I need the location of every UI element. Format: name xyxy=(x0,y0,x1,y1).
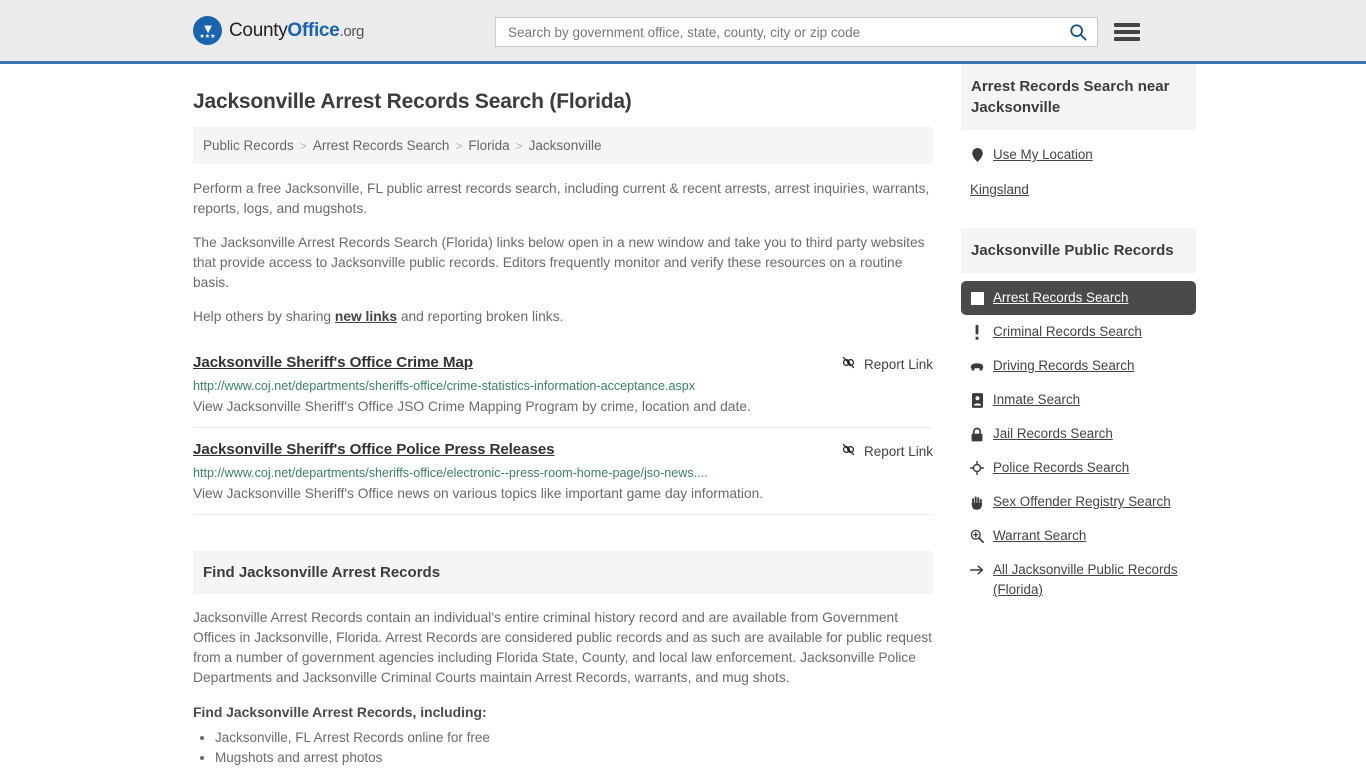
main-column: Jacksonville Arrest Records Search (Flor… xyxy=(193,64,933,768)
search-input[interactable] xyxy=(506,19,1067,45)
search-area xyxy=(495,17,1140,47)
result-title-link[interactable]: Jacksonville Sheriff's Office Crime Map xyxy=(193,354,473,371)
sidebar-link[interactable]: Inmate Search xyxy=(993,390,1080,410)
sidebar-item-inmate-search[interactable]: Inmate Search xyxy=(961,383,1196,417)
badge-shield-icon xyxy=(970,460,984,476)
sidebar-item-police-records-search[interactable]: Police Records Search xyxy=(961,451,1196,485)
search-icon[interactable] xyxy=(1067,23,1089,41)
report-link-label: Report Link xyxy=(863,443,933,459)
report-link-button[interactable]: Report Link xyxy=(841,441,933,460)
sidebar-records-heading: Jacksonville Public Records xyxy=(961,228,1196,273)
broken-link-icon xyxy=(841,442,856,460)
result-title-link[interactable]: Jacksonville Sheriff's Office Police Pre… xyxy=(193,441,555,458)
sidebar-link[interactable]: Police Records Search xyxy=(993,458,1129,478)
lock-icon xyxy=(970,426,984,442)
site-logo[interactable]: ▼ ★★★ CountyOffice.org xyxy=(193,16,364,45)
result-header: Jacksonville Sheriff's Office Crime Map … xyxy=(193,354,933,373)
document-icon xyxy=(970,290,984,306)
hand-icon xyxy=(970,494,984,510)
car-icon xyxy=(970,358,984,374)
sidebar-item-jail-records-search[interactable]: Jail Records Search xyxy=(961,417,1196,451)
list-item: Mugshots and arrest photos xyxy=(215,748,933,768)
map-pin-icon xyxy=(970,147,984,163)
sidebar-link[interactable]: Jail Records Search xyxy=(993,424,1113,444)
sidebar: Arrest Records Search near Jacksonville … xyxy=(961,64,1196,768)
sidebar-item-kingsland[interactable]: Kingsland xyxy=(961,172,1196,208)
result-description: View Jacksonville Sheriff's Office JSO C… xyxy=(193,399,751,414)
logo-text: CountyOffice.org xyxy=(229,20,364,42)
sidebar-records-block: Jacksonville Public Records Arrest Recor… xyxy=(961,228,1196,607)
breadcrumb-item-arrest-records-search[interactable]: Arrest Records Search xyxy=(313,138,450,153)
share-text-before: Help others by sharing xyxy=(193,309,335,324)
sidebar-item-use-my-location[interactable]: Use My Location xyxy=(961,138,1196,172)
magnifier-plus-icon xyxy=(970,528,984,544)
report-link-button[interactable]: Report Link xyxy=(841,354,933,373)
breadcrumb-item-jacksonville[interactable]: Jacksonville xyxy=(529,138,602,153)
result-header: Jacksonville Sheriff's Office Police Pre… xyxy=(193,441,933,460)
breadcrumb: Public Records > Arrest Records Search >… xyxy=(193,127,933,164)
sidebar-near-heading: Arrest Records Search near Jacksonville xyxy=(961,64,1196,130)
sidebar-records-list: Arrest Records Search Criminal Records S… xyxy=(961,273,1196,607)
new-links-link[interactable]: new links xyxy=(335,309,397,324)
result-item: Jacksonville Sheriff's Office Crime Map … xyxy=(193,341,933,428)
intro-text: Perform a free Jacksonville, FL public a… xyxy=(193,179,933,327)
nearby-place-link[interactable]: Kingsland xyxy=(970,182,1029,197)
section-paragraph: Jacksonville Arrest Records contain an i… xyxy=(193,610,933,685)
breadcrumb-separator-icon: > xyxy=(515,138,523,153)
result-description: View Jacksonville Sheriff's Office news … xyxy=(193,486,764,501)
sidebar-item-warrant-search[interactable]: Warrant Search xyxy=(961,519,1196,553)
broken-link-icon xyxy=(841,355,856,373)
sidebar-link[interactable]: Criminal Records Search xyxy=(993,322,1142,342)
result-url[interactable]: http://www.coj.net/departments/sheriffs-… xyxy=(193,378,933,394)
sidebar-link[interactable]: Warrant Search xyxy=(993,526,1086,546)
section-heading: Find Jacksonville Arrest Records xyxy=(193,551,933,594)
sidebar-link[interactable]: Driving Records Search xyxy=(993,356,1134,376)
section-list: Jacksonville, FL Arrest Records online f… xyxy=(193,728,933,768)
report-link-label: Report Link xyxy=(863,356,933,372)
share-text-after: and reporting broken links. xyxy=(397,309,564,324)
hamburger-menu-icon[interactable] xyxy=(1114,21,1140,43)
sidebar-item-sex-offender-registry-search[interactable]: Sex Offender Registry Search xyxy=(961,485,1196,519)
eagle-seal-icon: ▼ ★★★ xyxy=(193,16,222,45)
section-list-heading: Find Jacksonville Arrest Records, includ… xyxy=(193,704,487,720)
arrow-right-icon xyxy=(970,562,984,578)
list-item: Jacksonville, FL Arrest Records online f… xyxy=(215,728,933,748)
sidebar-item-all-public-records[interactable]: All Jacksonville Public Records (Florida… xyxy=(961,553,1196,607)
breadcrumb-separator-icon: > xyxy=(455,138,463,153)
page-title: Jacksonville Arrest Records Search (Flor… xyxy=(193,90,632,113)
breadcrumb-separator-icon: > xyxy=(299,138,307,153)
search-box[interactable] xyxy=(495,17,1098,47)
sidebar-link[interactable]: Arrest Records Search xyxy=(993,288,1128,308)
intro-paragraph-2: The Jacksonville Arrest Records Search (… xyxy=(193,235,925,290)
logo-text-part2: Office xyxy=(287,19,340,41)
sidebar-near-block: Arrest Records Search near Jacksonville … xyxy=(961,64,1196,208)
sidebar-item-driving-records-search[interactable]: Driving Records Search xyxy=(961,349,1196,383)
intro-paragraph-3: Help others by sharing new links and rep… xyxy=(193,307,933,327)
sidebar-item-arrest-records-search[interactable]: Arrest Records Search xyxy=(961,281,1196,315)
intro-paragraph-1: Perform a free Jacksonville, FL public a… xyxy=(193,181,930,216)
all-public-records-link[interactable]: All Jacksonville Public Records (Florida… xyxy=(993,560,1186,600)
result-url[interactable]: http://www.coj.net/departments/sheriffs-… xyxy=(193,465,933,481)
id-badge-icon xyxy=(970,392,984,408)
breadcrumb-item-public-records[interactable]: Public Records xyxy=(203,138,294,153)
section-body: Jacksonville Arrest Records contain an i… xyxy=(193,594,933,768)
site-header: ▼ ★★★ CountyOffice.org xyxy=(0,0,1366,64)
page-body: Jacksonville Arrest Records Search (Flor… xyxy=(0,64,1366,768)
breadcrumb-item-florida[interactable]: Florida xyxy=(468,138,509,153)
sidebar-link[interactable]: Sex Offender Registry Search xyxy=(993,492,1171,512)
use-my-location-link[interactable]: Use My Location xyxy=(993,145,1093,165)
result-item: Jacksonville Sheriff's Office Police Pre… xyxy=(193,428,933,515)
sidebar-item-criminal-records-search[interactable]: Criminal Records Search xyxy=(961,315,1196,349)
logo-text-part1: County xyxy=(229,19,288,41)
logo-text-part3: .org xyxy=(339,22,365,40)
sidebar-near-list: Use My Location Kingsland xyxy=(961,130,1196,208)
exclamation-icon xyxy=(970,324,984,340)
